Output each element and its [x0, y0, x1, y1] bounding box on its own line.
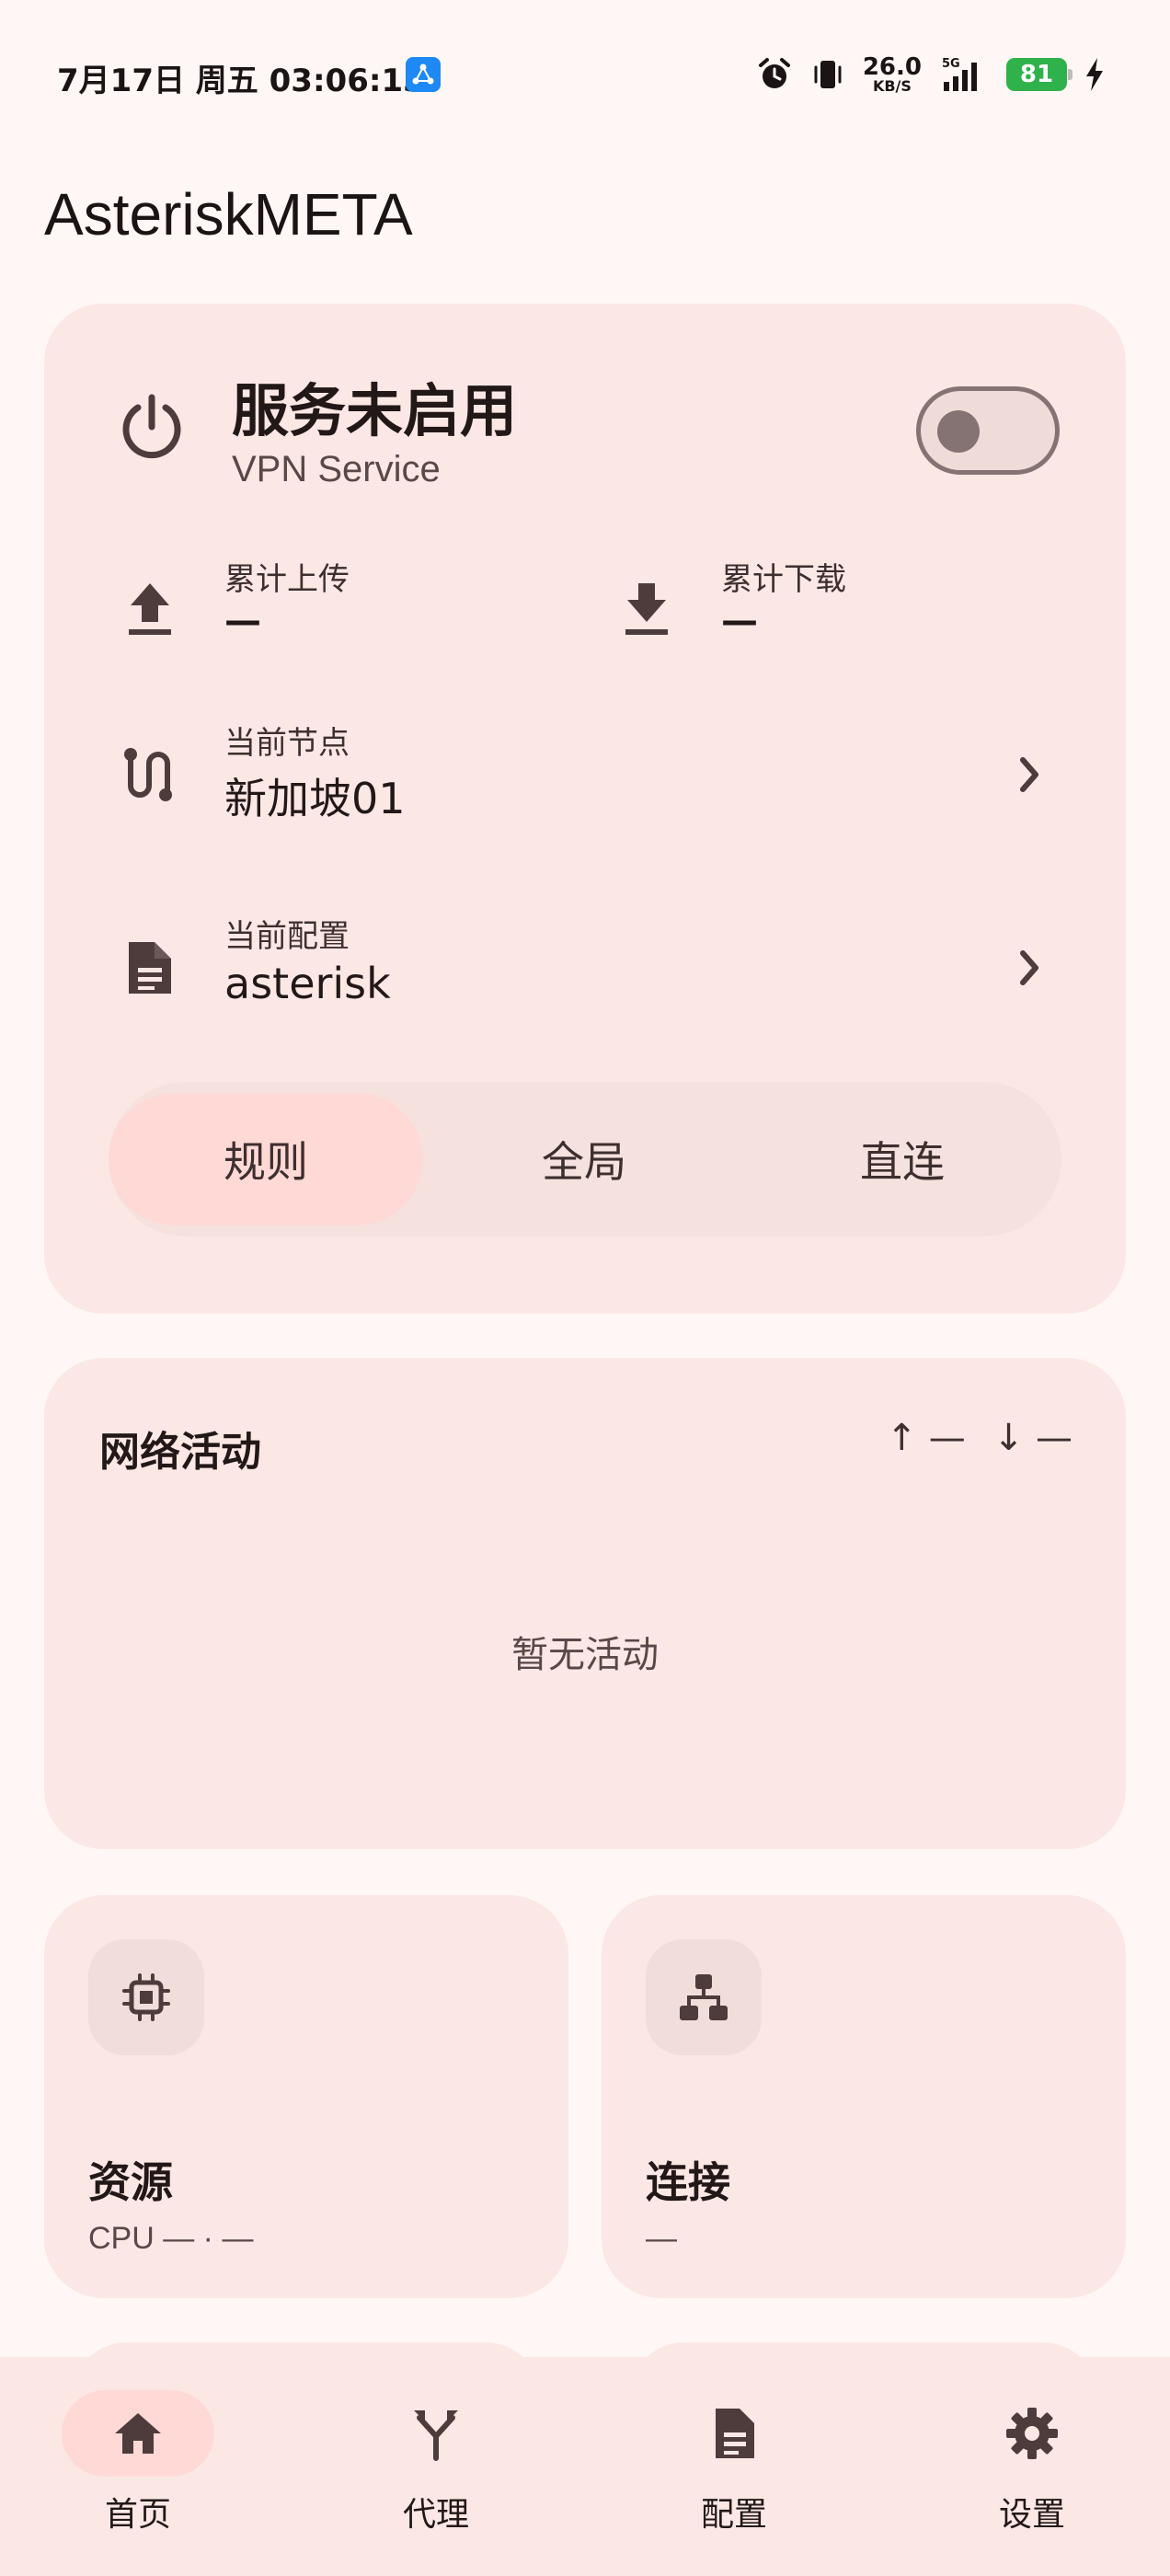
home-icon: [115, 2413, 161, 2454]
network-activity-card: 网络活动 ↑ — ↓ — 暂无活动: [44, 1358, 1126, 1849]
network-activity-title: 网络活动: [99, 1429, 261, 1476]
no-activity-text: 暂无活动: [511, 1634, 659, 1676]
download-label: 累计下载: [721, 561, 846, 598]
current-config-label: 当前配置: [224, 918, 350, 955]
route-icon: [124, 748, 172, 801]
network-speed-value: 26.0: [862, 53, 922, 81]
fork-arrows-icon: [414, 2410, 458, 2461]
current-node-value: 新加坡01: [224, 774, 406, 823]
app-notification-icon: [406, 57, 441, 92]
gear-icon: [1006, 2408, 1058, 2459]
nav-config[interactable]: 配置: [633, 2390, 835, 2547]
mode-direct-button[interactable]: 直连: [745, 1093, 1060, 1225]
nav-home-indicator: [62, 2390, 214, 2477]
nav-config-label: 配置: [700, 2496, 767, 2534]
mode-global-button[interactable]: 全局: [427, 1093, 741, 1225]
toggle-knob: [937, 410, 980, 453]
chevron-right-icon: [1020, 950, 1038, 985]
vibrate-icon: [814, 61, 842, 88]
status-bar: 7月17日 周五 03:06:13 26.0 KB/S 5G 81: [0, 0, 1170, 147]
proxy-mode-selector: 规则 全局 直连: [109, 1082, 1061, 1236]
connections-title: 连接: [646, 2157, 730, 2207]
nav-settings-label: 设置: [998, 2496, 1065, 2534]
download-value: —: [721, 600, 758, 642]
network-tree-icon-container: [646, 1939, 762, 2055]
app-title: AsteriskMETA: [44, 181, 413, 247]
vpn-toggle-switch[interactable]: [916, 386, 1060, 475]
chevron-right-icon: [1020, 757, 1038, 792]
connections-card[interactable]: 连接 —: [602, 1895, 1126, 2298]
download-icon: [625, 583, 668, 635]
document-icon: [129, 942, 171, 994]
status-icons: 26.0 KB/S 5G 81: [756, 52, 1106, 98]
current-config-value: asterisk: [224, 959, 391, 1008]
connections-count: —: [646, 2221, 677, 2256]
network-speed-unit: KB/S: [872, 77, 912, 95]
mode-rule-button[interactable]: 规则: [109, 1093, 423, 1225]
upload-value: —: [224, 600, 261, 642]
upload-rate: ↑ —: [886, 1417, 966, 1459]
signal-5g-icon: 5G: [942, 57, 977, 91]
nav-home-label: 首页: [104, 2496, 171, 2534]
cpu-icon-container: [88, 1939, 204, 2055]
status-time: 7月17日 周五 03:06:13: [57, 63, 425, 99]
network-tree-icon: [680, 1974, 728, 2020]
nav-home[interactable]: 首页: [37, 2390, 239, 2547]
bottom-navigation: 首页 代理 配置 设置: [0, 2357, 1170, 2576]
service-status-subtitle: VPN Service: [232, 449, 441, 489]
battery-level: 81: [1019, 61, 1054, 88]
charging-icon: [1086, 58, 1103, 91]
network-speed: 26.0 KB/S: [863, 55, 922, 94]
nav-config-indicator: [658, 2390, 810, 2477]
nav-proxy[interactable]: 代理: [335, 2390, 537, 2547]
resources-cpu-value: CPU — · —: [88, 2221, 254, 2256]
alarm-icon: [758, 58, 790, 88]
cpu-icon: [122, 1973, 170, 2021]
nav-proxy-indicator: [360, 2390, 512, 2477]
nav-settings[interactable]: 设置: [931, 2390, 1133, 2547]
power-icon: [122, 394, 181, 459]
upload-label: 累计上传: [224, 561, 350, 598]
document-icon: [716, 2409, 754, 2458]
nav-settings-indicator: [956, 2390, 1108, 2477]
upload-icon: [129, 583, 171, 635]
resources-card[interactable]: 资源 CPU — · —: [44, 1895, 568, 2298]
svg-text:5G: 5G: [942, 57, 960, 71]
current-node-label: 当前节点: [224, 725, 350, 762]
battery-indicator: 81: [1006, 58, 1072, 91]
resources-title: 资源: [88, 2157, 173, 2207]
service-card: 服务未启用 VPN Service 累计上传 — 累计下载 — 当前节点 新加坡…: [44, 304, 1126, 1314]
network-rates: ↑ — ↓ —: [887, 1417, 1072, 1459]
download-rate: ↓ —: [992, 1417, 1072, 1459]
nav-proxy-label: 代理: [402, 2496, 469, 2534]
service-status-title: 服务未启用: [232, 377, 518, 444]
